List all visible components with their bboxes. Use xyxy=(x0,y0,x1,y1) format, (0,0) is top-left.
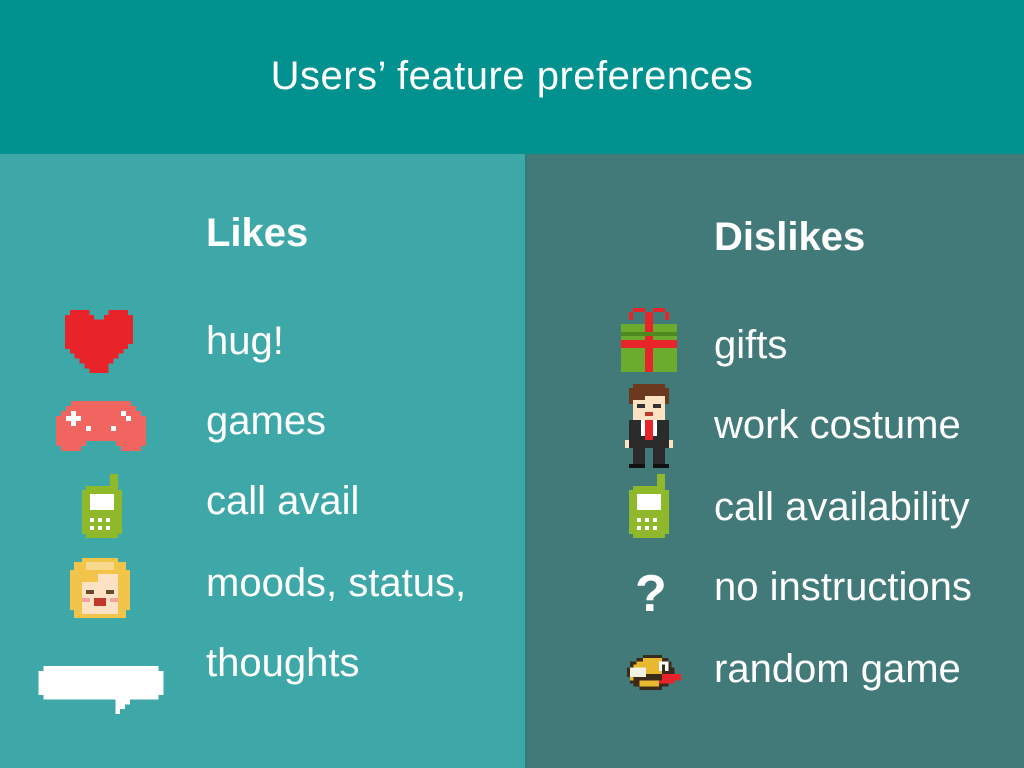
likes-panel: Likes hug! games call avail moods, statu… xyxy=(0,154,527,768)
dislikes-item-label: gifts xyxy=(714,323,788,367)
dislikes-panel: Dislikes gifts work costume call availab… xyxy=(527,154,1024,768)
heart-icon xyxy=(65,310,133,374)
slide-title: Users’ feature preferences xyxy=(270,54,754,98)
businessman-icon xyxy=(625,384,673,468)
speech-bubble-icon xyxy=(38,666,164,714)
flappy-bird-icon xyxy=(627,654,681,690)
likes-item-label: call avail xyxy=(206,479,360,523)
gift-icon xyxy=(621,308,677,372)
likes-item-label: hug! xyxy=(206,319,284,363)
phone-icon xyxy=(82,474,122,538)
likes-item-label: games xyxy=(206,399,327,443)
title-bar: Users’ feature preferences xyxy=(0,0,1024,154)
likes-item-label: moods, status, xyxy=(206,561,467,605)
gamepad-icon xyxy=(56,401,146,451)
dislikes-item-label: call availability xyxy=(714,485,970,529)
likes-item-label: thoughts xyxy=(206,641,360,685)
likes-heading: Likes xyxy=(206,211,309,255)
dislikes-item-label: work costume xyxy=(714,403,961,447)
dislikes-item-label: no instructions xyxy=(714,565,972,609)
happy-face-icon xyxy=(70,558,130,618)
phone-icon xyxy=(629,474,669,538)
dislikes-heading: Dislikes xyxy=(714,215,866,259)
dislikes-item-label: random game xyxy=(714,647,961,691)
question-mark-icon: ? xyxy=(635,565,667,623)
